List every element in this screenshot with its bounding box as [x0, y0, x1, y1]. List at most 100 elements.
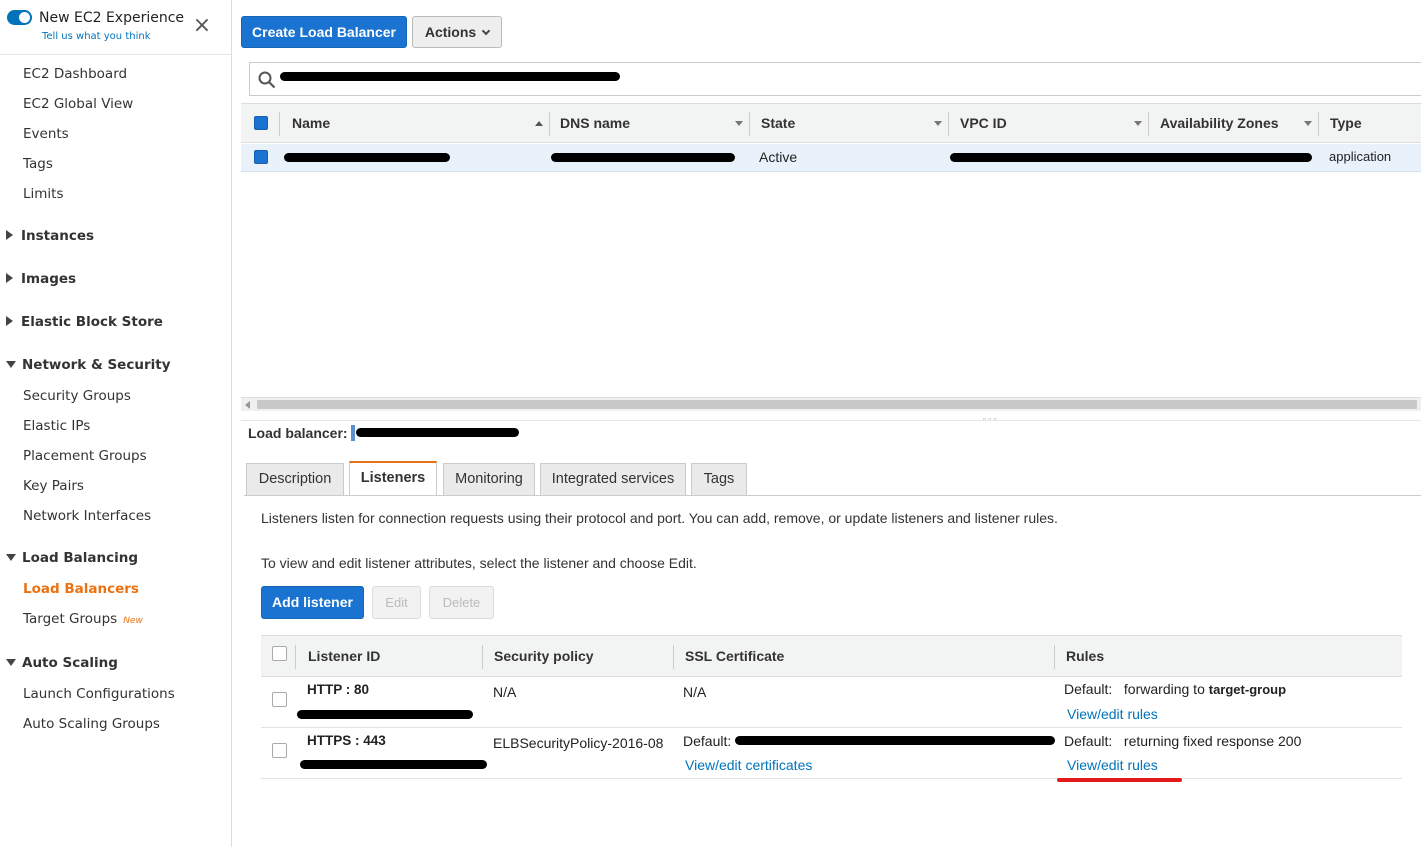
create-load-balancer-button[interactable]: Create Load Balancer — [241, 16, 407, 48]
sidebar-item-load-balancers[interactable]: Load Balancers — [23, 581, 139, 597]
sidebar-item-target-groups[interactable]: Target Groups New — [23, 611, 143, 627]
column-divider — [482, 645, 483, 669]
new-ec2-experience-toggle[interactable] — [7, 10, 32, 25]
add-listener-button[interactable]: Add listener — [261, 586, 364, 619]
rules-summary: Default: returning fixed response 200 — [1064, 733, 1301, 749]
sort-icon[interactable] — [1304, 121, 1312, 126]
sidebar-item-launch-configurations[interactable]: Launch Configurations — [23, 686, 175, 702]
column-rules: Rules — [1066, 648, 1105, 664]
sidebar-item-label: Target Groups — [23, 611, 118, 627]
column-dns-name[interactable]: DNS name — [560, 104, 630, 142]
column-ssl-certificate: SSL Certificate — [685, 648, 785, 664]
feedback-link[interactable]: Tell us what you think — [42, 31, 151, 42]
rules-prefix: Default: — [1064, 733, 1113, 749]
row-checkbox[interactable] — [272, 692, 287, 707]
column-divider — [749, 112, 750, 136]
select-all-listeners-checkbox[interactable] — [272, 646, 287, 661]
redaction-mark — [284, 153, 450, 162]
panel-divider — [241, 420, 1421, 421]
scroll-thumb[interactable] — [257, 400, 1417, 409]
redaction-mark — [950, 153, 1312, 162]
column-divider — [673, 645, 674, 669]
sidebar-item-key-pairs[interactable]: Key Pairs — [23, 478, 84, 494]
view-edit-rules-link[interactable]: View/edit rules — [1067, 757, 1158, 773]
sidebar-divider — [0, 54, 231, 55]
sidebar-item-network-interfaces[interactable]: Network Interfaces — [23, 508, 151, 524]
close-icon[interactable]: × — [192, 15, 212, 37]
tab-monitoring[interactable]: Monitoring — [443, 463, 535, 495]
lb-state: Active — [759, 149, 798, 165]
sidebar-section-network-security[interactable]: Network & Security — [6, 357, 171, 373]
sort-icon[interactable] — [735, 121, 743, 126]
tab-integrated-services[interactable]: Integrated services — [540, 463, 686, 495]
column-divider — [549, 112, 550, 136]
column-divider — [948, 112, 949, 136]
sort-ascending-icon[interactable] — [535, 121, 543, 126]
horizontal-scrollbar[interactable] — [241, 397, 1421, 411]
sidebar-item-elastic-ips[interactable]: Elastic IPs — [23, 418, 90, 434]
section-label: Load Balancing — [22, 550, 139, 566]
sidebar-section-instances[interactable]: Instances — [6, 228, 94, 244]
load-balancer-label: Load balancer: — [248, 425, 348, 441]
listeners-intro-text: Listeners listen for connection requests… — [261, 510, 1058, 526]
sidebar-item-tags[interactable]: Tags — [23, 156, 53, 172]
lb-table-header: Name DNS name State VPC ID Availability … — [241, 103, 1421, 143]
edit-button[interactable]: Edit — [372, 586, 421, 619]
actions-label: Actions — [424, 24, 477, 40]
sidebar-section-auto-scaling[interactable]: Auto Scaling — [6, 655, 118, 671]
sidebar-item-events[interactable]: Events — [23, 126, 69, 142]
listener-id: HTTPS : 443 — [307, 733, 386, 748]
rules-prefix: Default: — [1064, 681, 1113, 697]
select-all-checkbox[interactable] — [254, 116, 268, 130]
actions-dropdown[interactable]: Actions — [412, 16, 502, 48]
chevron-down-icon — [481, 26, 491, 36]
column-state[interactable]: State — [761, 104, 795, 142]
sidebar-item-ec2-global-view[interactable]: EC2 Global View — [23, 96, 133, 112]
ssl-certificate-prefix: Default: — [683, 733, 732, 749]
delete-button[interactable]: Delete — [429, 586, 494, 619]
column-availability-zones[interactable]: Availability Zones — [1160, 104, 1279, 142]
column-vpc-id[interactable]: VPC ID — [960, 104, 1007, 142]
caret-down-icon — [6, 554, 16, 561]
view-edit-rules-link[interactable]: View/edit rules — [1067, 706, 1158, 722]
section-label: Instances — [21, 228, 95, 244]
sidebar-item-auto-scaling-groups[interactable]: Auto Scaling Groups — [23, 716, 160, 732]
tab-description[interactable]: Description — [246, 463, 344, 495]
scroll-left-icon[interactable] — [245, 401, 250, 409]
sort-icon[interactable] — [1134, 121, 1142, 126]
section-label: Images — [21, 271, 77, 287]
search-icon — [258, 71, 276, 89]
section-label: Network & Security — [22, 357, 171, 373]
sidebar-section-images[interactable]: Images — [6, 271, 76, 287]
sidebar-section-load-balancing[interactable]: Load Balancing — [6, 550, 138, 566]
redaction-mark — [280, 72, 620, 81]
sidebar-item-security-groups[interactable]: Security Groups — [23, 388, 131, 404]
table-row[interactable]: HTTP : 80 N/A N/A Default: forwarding to… — [261, 678, 1402, 728]
column-type[interactable]: Type — [1330, 104, 1362, 142]
column-security-policy: Security policy — [494, 648, 594, 664]
sidebar-item-limits[interactable]: Limits — [23, 186, 64, 202]
resize-handle-icon[interactable]: ▫▫▫ — [983, 414, 999, 424]
listeners-edit-hint: To view and edit listener attributes, se… — [261, 555, 697, 571]
redaction-mark — [356, 428, 519, 437]
row-checkbox[interactable] — [272, 743, 287, 758]
section-label: Auto Scaling — [22, 655, 118, 671]
view-edit-certificates-link[interactable]: View/edit certificates — [685, 757, 812, 773]
tab-listeners[interactable]: Listeners — [349, 461, 437, 495]
redaction-mark — [551, 153, 735, 162]
sidebar-section-ebs[interactable]: Elastic Block Store — [6, 314, 163, 330]
sidebar-item-placement-groups[interactable]: Placement Groups — [23, 448, 147, 464]
redaction-mark — [297, 710, 473, 719]
column-divider — [1148, 112, 1149, 136]
highlight-underline — [1057, 778, 1182, 782]
rules-text: forwarding to — [1123, 681, 1205, 697]
tab-divider — [244, 495, 1421, 496]
security-policy: ELBSecurityPolicy-2016-08 — [493, 735, 664, 751]
sidebar-item-ec2-dashboard[interactable]: EC2 Dashboard — [23, 66, 127, 82]
tab-tags[interactable]: Tags — [691, 463, 747, 495]
sort-icon[interactable] — [934, 121, 942, 126]
column-name[interactable]: Name — [292, 104, 330, 142]
caret-right-icon — [6, 316, 13, 326]
row-checkbox[interactable] — [254, 150, 268, 164]
rules-target: target-group — [1208, 682, 1287, 697]
